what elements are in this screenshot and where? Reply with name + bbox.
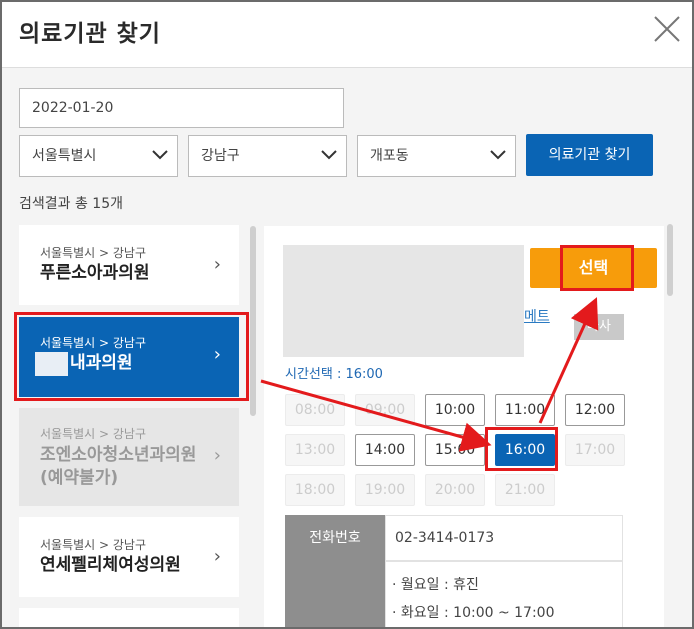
close-icon[interactable]: [652, 14, 682, 44]
chevron-right-icon: ›: [213, 254, 221, 275]
modal-header: 의료기관 찾기: [2, 2, 692, 68]
hospital-region: 서울특별시 > 강남구: [40, 538, 147, 552]
time-slot: 17:00: [565, 434, 625, 466]
chevron-down-icon: [321, 150, 337, 160]
find-hospital-button[interactable]: 의료기관 찾기: [526, 134, 653, 176]
city-select-value: 서울특별시: [32, 148, 97, 164]
chevron-right-icon: ›: [213, 546, 221, 567]
detail-link[interactable]: 메트: [524, 306, 550, 326]
time-slot: 21:00: [495, 474, 555, 506]
time-slot[interactable]: 12:00: [565, 394, 625, 426]
hospital-name: 푸른소아과의원: [40, 263, 150, 283]
hours-value: · 월요일 : 휴진 · 화요일 : 10:00 ~ 17:00: [385, 561, 623, 627]
district-select-value: 강남구: [201, 148, 240, 164]
hospital-image: [283, 245, 524, 357]
chevron-down-icon: [490, 150, 506, 160]
hospital-card-5[interactable]: [19, 608, 239, 627]
time-slot: 09:00: [355, 394, 415, 426]
time-slot[interactable]: 14:00: [355, 434, 415, 466]
detail-scrollbar[interactable]: [667, 224, 673, 296]
phone-value: 02-3414-0173: [385, 515, 623, 561]
chevron-down-icon: [152, 150, 168, 160]
hospital-note: (예약불가): [40, 468, 119, 488]
detail-tag: 나사: [574, 314, 624, 340]
result-count: 검색결과 총 15개: [19, 196, 123, 212]
time-slot: 20:00: [425, 474, 485, 506]
highlight-box-select: [560, 245, 634, 291]
hours-line: · 월요일 : 휴진: [392, 577, 479, 593]
city-select[interactable]: 서울특별시: [19, 135, 178, 177]
district-select[interactable]: 강남구: [188, 135, 347, 177]
time-slot: 08:00: [285, 394, 345, 426]
modal-dialog: 의료기관 찾기 2022-01-20 서울특별시 강남구 개포동 의료기관 찾기…: [0, 0, 694, 629]
time-slot: 19:00: [355, 474, 415, 506]
hospital-region: 서울특별시 > 강남구: [40, 427, 147, 441]
hours-line: · 화요일 : 10:00 ~ 17:00: [392, 605, 555, 621]
hospital-name: 연세펠리체여성의원: [40, 555, 181, 575]
hospital-card-3: 서울특별시 > 강남구 조엔소아청소년과의원 (예약불가) ›: [19, 408, 239, 506]
highlight-box-slot: [485, 427, 558, 471]
modal-title: 의료기관 찾기: [19, 21, 161, 47]
hospital-card-4[interactable]: 서울특별시 > 강남구 연세펠리체여성의원 ›: [19, 517, 239, 597]
time-slot[interactable]: 11:00: [495, 394, 555, 426]
time-slot: 13:00: [285, 434, 345, 466]
dong-select-value: 개포동: [370, 148, 409, 164]
hours-label: [285, 561, 385, 627]
time-slot[interactable]: 15:00: [425, 434, 485, 466]
hospital-region: 서울특별시 > 강남구: [40, 246, 147, 260]
chevron-right-icon: ›: [213, 445, 221, 466]
time-slot: 18:00: [285, 474, 345, 506]
date-input[interactable]: 2022-01-20: [19, 88, 344, 128]
dong-select[interactable]: 개포동: [357, 135, 516, 177]
time-selection-label: 시간선택 : 16:00: [285, 367, 383, 382]
hospital-card-1[interactable]: 서울특별시 > 강남구 푸른소아과의원 ›: [19, 225, 239, 305]
phone-label: 전화번호: [285, 515, 385, 561]
time-slot[interactable]: 10:00: [425, 394, 485, 426]
highlight-box-hospital: [14, 312, 249, 401]
list-scrollbar[interactable]: [250, 226, 256, 416]
hospital-name: 조엔소아청소년과의원: [40, 445, 197, 465]
